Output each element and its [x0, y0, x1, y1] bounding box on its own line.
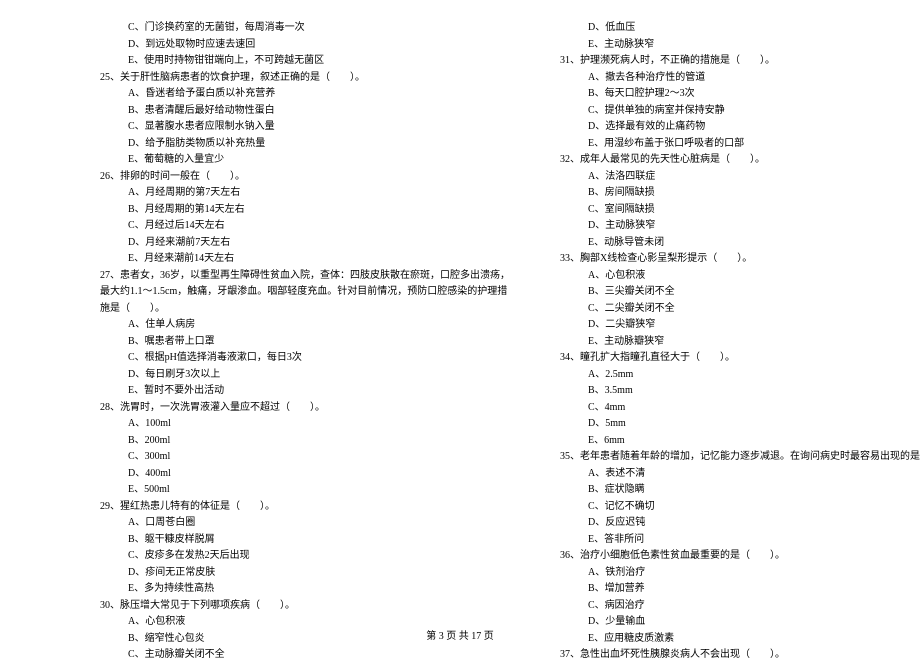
- option-line: C、月经过后14天左右: [100, 218, 510, 235]
- question-line: 30、脉压增大常见于下列哪项疾病（ ）。: [100, 598, 510, 615]
- option-line: D、5mm: [560, 416, 920, 433]
- option-line: E、答非所问: [560, 532, 920, 549]
- option-line: D、二尖瓣狭窄: [560, 317, 920, 334]
- option-line: E、使用时持物钳钳端向上，不可跨越无菌区: [100, 53, 510, 70]
- option-line: D、400ml: [100, 466, 510, 483]
- option-line: C、病因治疗: [560, 598, 920, 615]
- option-line: B、患者清醒后最好给动物性蛋白: [100, 103, 510, 120]
- option-line: E、6mm: [560, 433, 920, 450]
- question-line: 施是（ ）。: [100, 301, 510, 318]
- option-line: E、动脉导管未闭: [560, 235, 920, 252]
- option-line: A、昏迷者给予蛋白质以补充营养: [100, 86, 510, 103]
- option-line: C、记忆不确切: [560, 499, 920, 516]
- option-line: C、4mm: [560, 400, 920, 417]
- option-line: D、低血压: [560, 20, 920, 37]
- option-line: D、主动脉狭窄: [560, 218, 920, 235]
- option-line: B、200ml: [100, 433, 510, 450]
- question-line: 34、瞳孔扩大指瞳孔直径大于（ ）。: [560, 350, 920, 367]
- option-line: D、反应迟钝: [560, 515, 920, 532]
- option-line: C、主动脉瓣关闭不全: [100, 647, 510, 664]
- option-line: C、室间隔缺损: [560, 202, 920, 219]
- option-line: E、葡萄糖的入量宜少: [100, 152, 510, 169]
- question-line: 29、猩红热患儿特有的体征是（ ）。: [100, 499, 510, 516]
- option-line: D、每日刷牙3次以上: [100, 367, 510, 384]
- question-line: 36、治疗小细胞低色素性贫血最重要的是（ ）。: [560, 548, 920, 565]
- option-line: C、皮疹多在发热2天后出现: [100, 548, 510, 565]
- option-line: B、增加营养: [560, 581, 920, 598]
- option-line: D、选择最有效的止痛药物: [560, 119, 920, 136]
- option-line: B、三尖瓣关闭不全: [560, 284, 920, 301]
- right-column: D、低血压E、主动脉狭窄31、护理濒死病人时，不正确的措施是（ ）。A、撤去各种…: [560, 20, 920, 664]
- option-line: C、二尖瓣关闭不全: [560, 301, 920, 318]
- option-line: E、暂时不要外出活动: [100, 383, 510, 400]
- left-column: C、门诊换药室的无菌钳，每周消毒一次D、到远处取物时应速去速回E、使用时持物钳钳…: [100, 20, 510, 664]
- option-line: B、嘱患者带上口罩: [100, 334, 510, 351]
- option-line: E、多为持续性高热: [100, 581, 510, 598]
- option-line: C、提供单独的病室并保持安静: [560, 103, 920, 120]
- option-line: E、主动脉狭窄: [560, 37, 920, 54]
- option-line: D、给予脂肪类物质以补充热量: [100, 136, 510, 153]
- option-line: A、2.5mm: [560, 367, 920, 384]
- option-line: B、每天口腔护理2～3次: [560, 86, 920, 103]
- question-line: 33、胸部X线检查心影呈梨形提示（ ）。: [560, 251, 920, 268]
- question-line: 31、护理濒死病人时，不正确的措施是（ ）。: [560, 53, 920, 70]
- option-line: C、门诊换药室的无菌钳，每周消毒一次: [100, 20, 510, 37]
- option-line: B、月经周期的第14天左右: [100, 202, 510, 219]
- option-line: B、房间隔缺损: [560, 185, 920, 202]
- option-line: E、主动脉瓣狭窄: [560, 334, 920, 351]
- option-line: A、口周苍白圈: [100, 515, 510, 532]
- option-line: E、月经来潮前14天左右: [100, 251, 510, 268]
- option-line: C、显著腹水患者应限制水钠入量: [100, 119, 510, 136]
- option-line: A、铁剂治疗: [560, 565, 920, 582]
- question-line: 27、患者女，36岁，以重型再生障碍性贫血入院，查体：四肢皮肤散在瘀斑，口腔多出…: [100, 268, 510, 285]
- option-line: E、用湿纱布盖于张口呼吸者的口部: [560, 136, 920, 153]
- page-footer: 第 3 页 共 17 页: [0, 627, 920, 642]
- question-line: 37、急性出血坏死性胰腺炎病人不会出现（ ）。: [560, 647, 920, 664]
- option-line: A、住单人病房: [100, 317, 510, 334]
- option-line: B、症状隐瞒: [560, 482, 920, 499]
- question-line: 26、排卵的时间一般在（ ）。: [100, 169, 510, 186]
- option-line: C、300ml: [100, 449, 510, 466]
- option-line: A、撤去各种治疗性的管道: [560, 70, 920, 87]
- option-line: D、疹间无正常皮肤: [100, 565, 510, 582]
- question-line: 35、老年患者随着年龄的增加，记忆能力逐步减退。在询问病史时最容易出现的是（ ）…: [560, 449, 920, 466]
- option-line: D、月经来潮前7天左右: [100, 235, 510, 252]
- question-line: 25、关于肝性脑病患者的饮食护理，叙述正确的是（ ）。: [100, 70, 510, 87]
- question-line: 28、洗胃时，一次洗胃液灌入量应不超过（ ）。: [100, 400, 510, 417]
- question-line: 32、成年人最常见的先天性心脏病是（ ）。: [560, 152, 920, 169]
- option-line: D、到远处取物时应速去速回: [100, 37, 510, 54]
- option-line: B、躯干糠皮样脱屑: [100, 532, 510, 549]
- option-line: A、100ml: [100, 416, 510, 433]
- two-column-layout: C、门诊换药室的无菌钳，每周消毒一次D、到远处取物时应速去速回E、使用时持物钳钳…: [100, 20, 840, 664]
- option-line: A、法洛四联症: [560, 169, 920, 186]
- option-line: C、根据pH值选择消毒液漱口，每日3次: [100, 350, 510, 367]
- option-line: A、心包积液: [560, 268, 920, 285]
- option-line: B、3.5mm: [560, 383, 920, 400]
- question-line: 最大约1.1～1.5cm，触痛，牙龈渗血。咽部轻度充血。针对目前情况，预防口腔感…: [100, 284, 510, 301]
- option-line: E、500ml: [100, 482, 510, 499]
- option-line: A、表述不清: [560, 466, 920, 483]
- option-line: A、月经周期的第7天左右: [100, 185, 510, 202]
